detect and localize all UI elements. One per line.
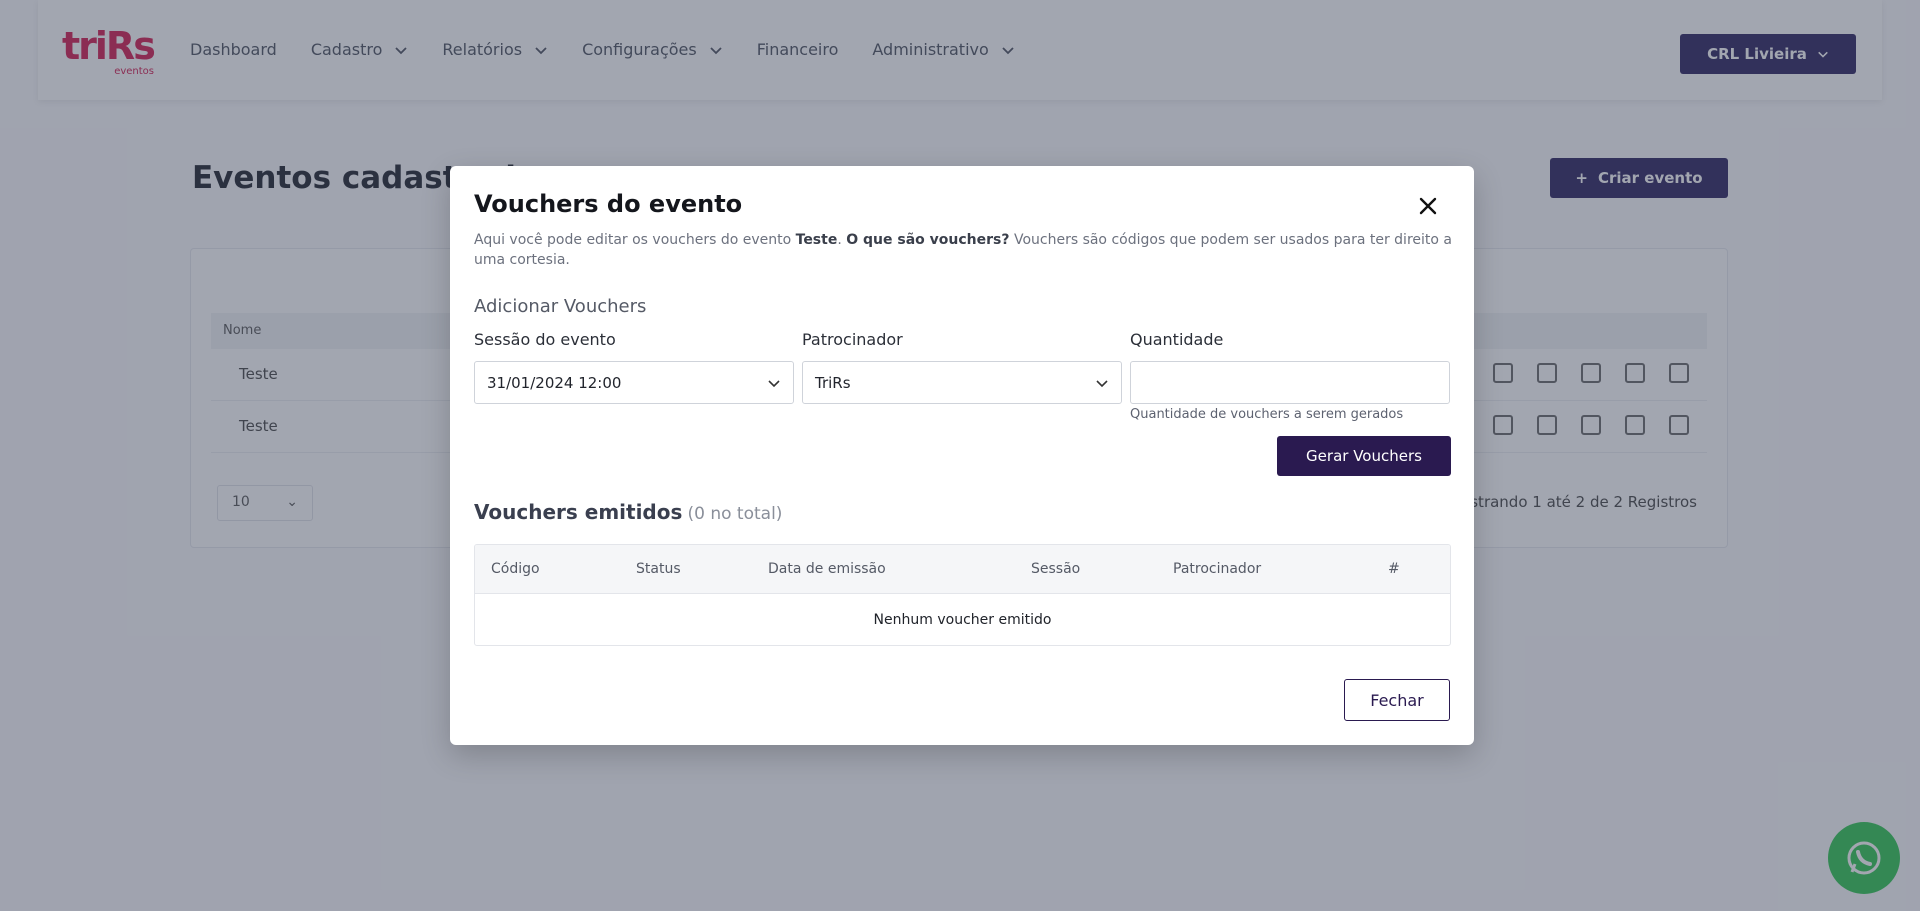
quantity-help: Quantidade de vouchers a serem gerados <box>1130 407 1404 422</box>
generate-vouchers-button[interactable]: Gerar Vouchers <box>1277 436 1451 476</box>
issued-count: (0 no total) <box>687 504 783 524</box>
column-status: Status <box>636 561 681 577</box>
quantity-input[interactable] <box>1130 361 1450 404</box>
close-button[interactable]: Fechar <box>1344 679 1450 721</box>
quantity-label: Quantidade <box>1130 330 1224 349</box>
sponsor-value: TriRs <box>815 373 851 392</box>
modal-description: Aqui você pode editar os vouchers do eve… <box>474 230 1454 270</box>
column-codigo: Código <box>491 561 540 577</box>
sponsor-label: Patrocinador <box>802 330 903 349</box>
session-select[interactable]: 31/01/2024 12:00 <box>474 361 794 404</box>
column-data-emissao: Data de emissão <box>768 561 886 577</box>
close-icon[interactable] <box>1414 192 1442 220</box>
session-value: 31/01/2024 12:00 <box>487 373 622 392</box>
column-sessao: Sessão <box>1031 561 1081 577</box>
sponsor-select[interactable]: TriRs <box>802 361 1122 404</box>
issued-vouchers-heading: Vouchers emitidos (0 no total) <box>474 500 782 524</box>
chevron-down-icon <box>1096 379 1108 387</box>
vouchers-table: Código Status Data de emissão Sessão Pat… <box>474 544 1451 646</box>
column-patrocinador: Patrocinador <box>1173 561 1262 577</box>
session-label: Sessão do evento <box>474 330 616 349</box>
vouchers-table-header: Código Status Data de emissão Sessão Pat… <box>475 545 1450 594</box>
desc-text: . <box>837 232 847 248</box>
modal-title: Vouchers do evento <box>474 190 743 218</box>
add-vouchers-heading: Adicionar Vouchers <box>474 296 647 317</box>
vouchers-question: O que são vouchers? <box>846 232 1010 248</box>
vouchers-modal: Vouchers do evento Aqui você pode editar… <box>450 166 1474 745</box>
empty-state: Nenhum voucher emitido <box>873 611 1052 628</box>
issued-title: Vouchers emitidos <box>474 500 683 524</box>
chevron-down-icon <box>768 379 780 387</box>
event-name: Teste <box>795 232 838 248</box>
column-actions: # <box>1388 561 1400 577</box>
desc-text: Aqui você pode editar os vouchers do eve… <box>474 232 796 248</box>
